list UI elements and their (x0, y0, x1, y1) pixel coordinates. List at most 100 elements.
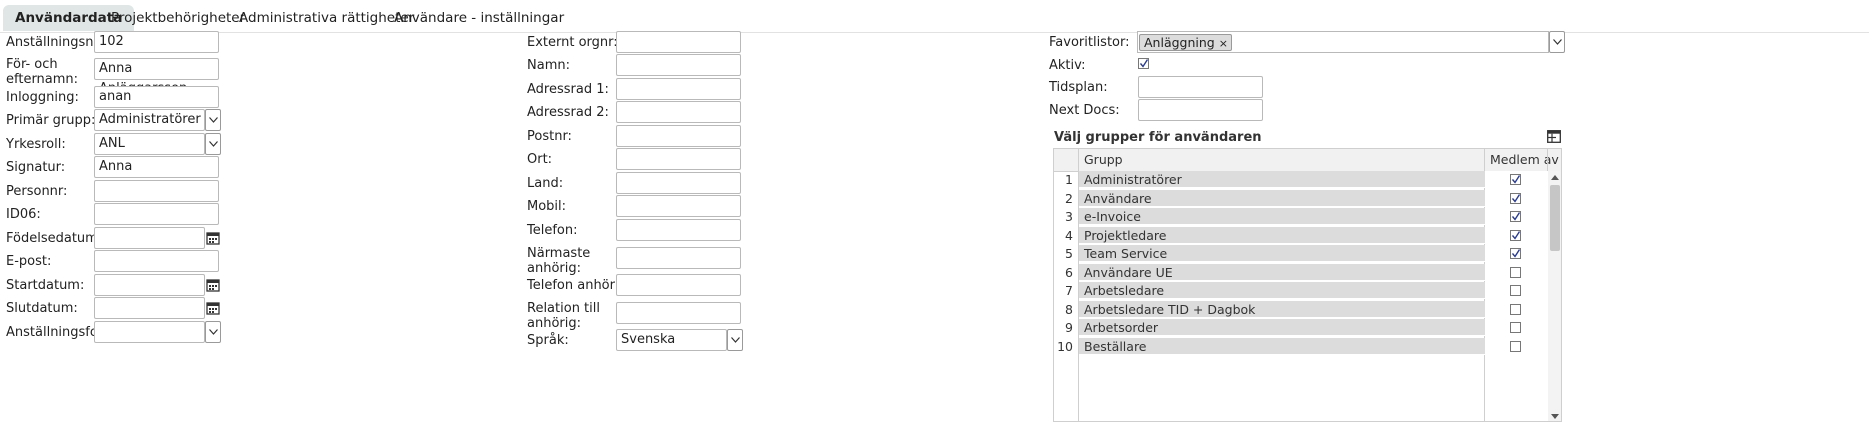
member-checkbox[interactable] (1510, 322, 1521, 333)
enddate-label: Slutdatum: (6, 301, 78, 316)
email-input[interactable] (94, 250, 219, 272)
active-label: Aktiv: (1049, 58, 1086, 73)
calendar-icon[interactable] (206, 278, 220, 292)
enddate-input[interactable] (94, 297, 205, 319)
column-header-group[interactable]: Grupp (1084, 149, 1123, 171)
member-cell (1485, 189, 1548, 208)
schedule-input[interactable] (1138, 76, 1263, 98)
active-checkbox[interactable] (1138, 58, 1149, 69)
relation-input[interactable] (616, 302, 741, 324)
calendar-icon[interactable] (206, 231, 220, 245)
member-checkbox[interactable] (1510, 174, 1521, 185)
signature-input[interactable]: Anna Anläggarsson (94, 156, 219, 194)
employment-form-dropdown-button[interactable] (205, 321, 221, 343)
external-orgnr-label: Externt orgnr: (527, 35, 618, 50)
primary-group-select[interactable]: Administratörer (94, 109, 205, 131)
role-dropdown-button[interactable] (205, 133, 221, 155)
email-label: E-post: (6, 254, 52, 269)
table-row[interactable]: 1 Administratörer (1054, 171, 1548, 189)
scrollbar-thumb[interactable] (1550, 185, 1560, 251)
external-orgnr-input[interactable] (616, 31, 741, 53)
group-name-cell: Arbetsorder (1079, 319, 1538, 336)
table-row[interactable]: 5 Team Service (1054, 245, 1548, 263)
groups-grid-scrollbar[interactable] (1548, 171, 1561, 421)
row-number: 3 (1065, 209, 1073, 224)
country-input[interactable] (616, 172, 741, 194)
full-name-input[interactable]: Anna Anläggarsson (94, 58, 219, 96)
scroll-down-icon[interactable] (1551, 414, 1559, 419)
member-cell (1485, 263, 1548, 282)
address2-label: Adressrad 2: (527, 105, 609, 120)
mobile-input[interactable] (616, 195, 741, 217)
employee-number-input[interactable]: 102 (94, 31, 219, 53)
scroll-up-icon[interactable] (1551, 175, 1559, 180)
birthdate-input[interactable] (94, 227, 205, 249)
role-select[interactable]: ANL (94, 133, 205, 155)
startdate-label: Startdatum: (6, 278, 85, 293)
contact-name-label: Namn: (527, 58, 570, 73)
member-checkbox[interactable] (1510, 303, 1521, 315)
id06-input[interactable] (94, 203, 219, 225)
row-number: 7 (1065, 283, 1073, 298)
city-input[interactable] (616, 148, 741, 170)
member-checkbox[interactable] (1510, 248, 1521, 259)
id06-label: ID06: (6, 207, 41, 222)
table-row[interactable]: 10 Beställare (1054, 337, 1548, 356)
favorite-chip[interactable]: Anläggning × (1139, 34, 1232, 51)
table-row[interactable]: 6 Användare UE (1054, 263, 1548, 282)
row-number: 2 (1065, 190, 1073, 206)
contact-name-input[interactable] (616, 54, 741, 76)
row-number: 4 (1065, 227, 1073, 243)
member-checkbox[interactable] (1510, 266, 1521, 278)
chip-remove-icon[interactable]: × (1219, 37, 1228, 50)
startdate-input[interactable] (94, 274, 205, 296)
column-divider (1547, 149, 1548, 171)
column-header-member[interactable]: Medlem av (1490, 149, 1559, 171)
language-dropdown-button[interactable] (727, 329, 743, 351)
personnr-label: Personnr: (6, 184, 68, 199)
personnr-input[interactable] (94, 180, 219, 202)
member-checkbox[interactable] (1510, 285, 1521, 296)
postnr-input[interactable] (616, 125, 741, 147)
address2-input[interactable] (616, 101, 741, 123)
nextdocs-input[interactable] (1138, 99, 1263, 121)
checkmark-icon (1512, 193, 1520, 203)
row-number: 1 (1065, 172, 1073, 187)
groups-title: Välj grupper för användaren (1054, 130, 1262, 145)
checkmark-icon (1140, 59, 1148, 68)
birthdate-label: Födelsedatum: (6, 231, 103, 246)
login-input[interactable]: anan (94, 86, 219, 108)
member-checkbox[interactable] (1510, 192, 1521, 204)
group-name-cell: Arbetsledare TID + Dagbok (1079, 300, 1538, 318)
employee-number-label: Anställningsnr: (6, 35, 104, 50)
table-row[interactable]: 8 Arbetsledare TID + Dagbok (1054, 300, 1548, 319)
row-number: 5 (1065, 246, 1073, 261)
calendar-icon[interactable] (206, 301, 220, 315)
group-name-cell: Administratörer (1079, 171, 1538, 188)
address1-input[interactable] (616, 78, 741, 100)
table-row[interactable]: 2 Användare (1054, 189, 1548, 208)
next-of-kin-phone-input[interactable] (616, 274, 741, 296)
group-name-cell: e-Invoice (1079, 208, 1538, 225)
table-row[interactable]: 3 e-Invoice (1054, 208, 1548, 226)
tab-anvandare-installningar[interactable]: Användare - inställningar (382, 5, 576, 31)
next-of-kin-input[interactable] (616, 247, 741, 269)
table-row[interactable]: 7 Arbetsledare (1054, 282, 1548, 300)
employment-form-select[interactable] (94, 321, 205, 343)
phone-input[interactable] (616, 219, 741, 241)
table-settings-icon[interactable] (1547, 130, 1561, 143)
primary-group-dropdown-button[interactable] (205, 109, 221, 131)
favorites-dropdown-button[interactable] (1549, 31, 1565, 53)
language-select[interactable]: Svenska (616, 329, 727, 351)
member-checkbox[interactable] (1510, 229, 1521, 241)
chevron-down-icon (209, 141, 218, 147)
table-row[interactable]: 4 Projektledare (1054, 226, 1548, 245)
table-row[interactable]: 9 Arbetsorder (1054, 319, 1548, 337)
country-label: Land: (527, 176, 564, 191)
postnr-label: Postnr: (527, 129, 572, 144)
member-checkbox[interactable] (1510, 340, 1521, 352)
group-name-cell: Användare (1079, 189, 1538, 207)
full-name-label: För- och efternamn: (6, 57, 79, 87)
schedule-label: Tidsplan: (1049, 80, 1108, 95)
member-checkbox[interactable] (1510, 211, 1521, 222)
